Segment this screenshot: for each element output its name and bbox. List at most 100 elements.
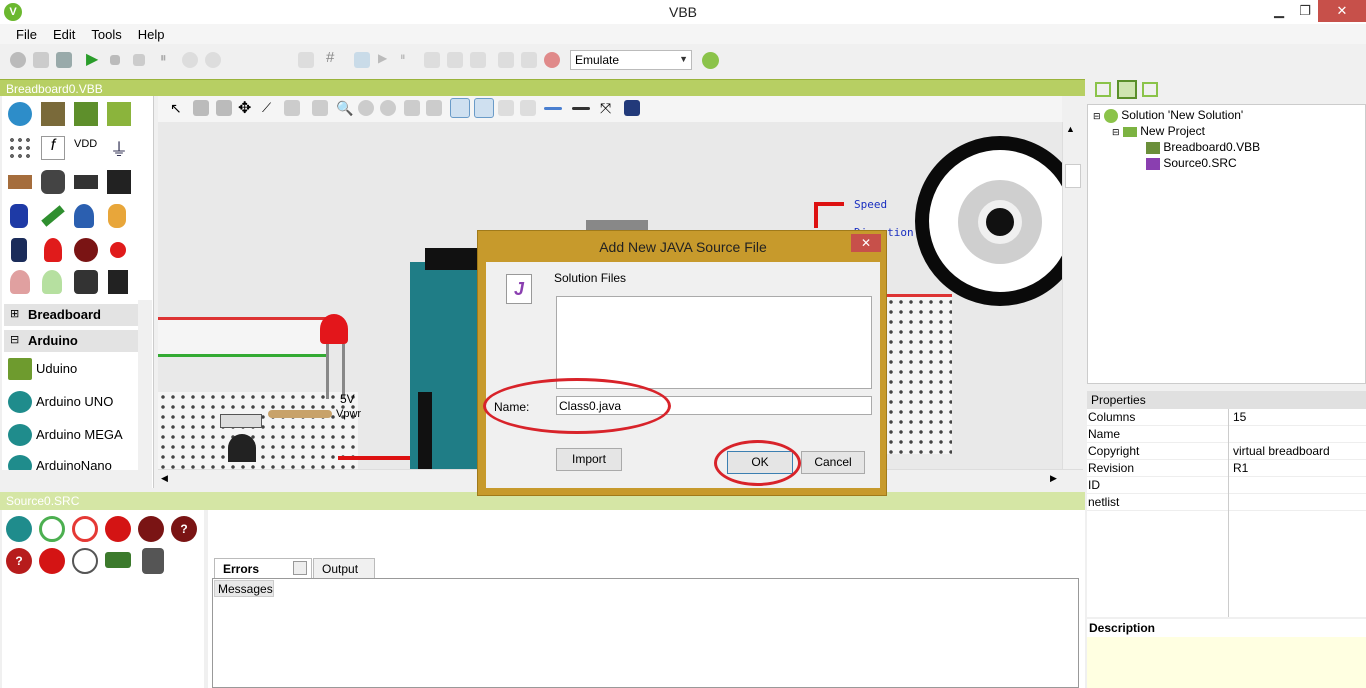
led-component-icon[interactable] [44, 238, 62, 262]
rgb-led-2-component-icon[interactable] [42, 270, 62, 294]
list-item-arduino-nano[interactable]: ArduinoNano [4, 452, 138, 470]
collapse-icon[interactable]: ⊟ [1112, 127, 1120, 137]
arduino-icon[interactable] [6, 516, 32, 542]
scroll-thumb[interactable] [1065, 164, 1081, 188]
properties-divider[interactable] [1228, 409, 1229, 617]
dark-red-button-icon[interactable] [138, 516, 164, 542]
output-arrow-icon[interactable] [72, 516, 98, 542]
menu-edit[interactable]: Edit [45, 24, 83, 45]
solution-files-list[interactable] [556, 296, 872, 389]
pins-component-icon[interactable] [8, 136, 32, 160]
net-icon[interactable] [284, 100, 300, 116]
big-led-component-icon[interactable] [74, 238, 98, 262]
rotate-icon[interactable] [216, 100, 232, 116]
tool-d-icon[interactable] [498, 52, 514, 68]
collapse-icon[interactable]: ⊟ [10, 333, 19, 346]
lock-icon[interactable] [450, 98, 470, 118]
flip-icon[interactable] [193, 100, 209, 116]
small-led-component-icon[interactable] [110, 242, 126, 258]
menu-help[interactable]: Help [130, 24, 173, 45]
group-arduino[interactable]: ⊟ Arduino [4, 330, 138, 352]
messages-list[interactable] [212, 578, 1079, 688]
layout-list-icon[interactable] [1142, 82, 1158, 97]
property-value[interactable]: R1 [1233, 461, 1248, 475]
property-row[interactable]: Columns 15 [1087, 409, 1366, 426]
property-row[interactable]: Name [1087, 426, 1366, 443]
vdd-component-icon[interactable]: VDD [74, 138, 104, 162]
stop-icon[interactable] [110, 55, 120, 65]
pointer-icon[interactable]: ↖ [170, 100, 186, 116]
diode-component-icon[interactable] [41, 205, 65, 227]
tree-row-solution[interactable]: ⊟ Solution 'New Solution' [1093, 108, 1243, 123]
shape-icon[interactable] [498, 100, 514, 116]
dialog-close-button[interactable]: ✕ [851, 234, 881, 252]
resistor-part[interactable] [268, 410, 332, 418]
dip-component-icon[interactable] [107, 170, 131, 194]
pushbutton-component-icon[interactable] [74, 270, 98, 294]
input-arrow-icon[interactable] [39, 516, 65, 542]
zoom-in-icon[interactable] [358, 100, 374, 116]
grid-toggle-icon[interactable] [624, 100, 640, 116]
junction-icon[interactable] [312, 100, 328, 116]
layout-single-icon[interactable] [1095, 82, 1111, 97]
ic-component-icon[interactable] [74, 175, 98, 189]
scroll-left-icon[interactable]: ◀ [161, 473, 168, 484]
fit-selection-icon[interactable] [426, 100, 442, 116]
step-over-icon[interactable] [205, 52, 221, 68]
messages-column-header[interactable]: Messages [214, 580, 274, 597]
list-item-arduino-mega[interactable]: Arduino MEGA [4, 421, 138, 451]
clock-icon[interactable] [72, 548, 98, 574]
group-breadboard[interactable]: ⊞ Breadboard [4, 304, 138, 326]
mode-select[interactable]: Emulate ▼ [570, 50, 692, 70]
menu-file[interactable]: File [8, 24, 45, 45]
line-icon[interactable]: ⟋ [262, 100, 278, 116]
run-icon[interactable]: ▶ [86, 49, 102, 68]
undo-icon[interactable] [10, 52, 26, 68]
uduino-component-icon[interactable] [107, 102, 131, 126]
vbb-status-icon[interactable] [702, 52, 719, 69]
lcd-icon[interactable] [105, 552, 131, 568]
collapse-icon[interactable]: ⊟ [1093, 111, 1101, 121]
tool-c-icon[interactable] [470, 52, 486, 68]
canvas-vscrollbar[interactable]: ▲ [1062, 122, 1083, 469]
switch-component-icon[interactable] [108, 270, 128, 294]
menu-tools[interactable]: Tools [83, 24, 129, 45]
list-item-arduino-uno[interactable]: Arduino UNO [4, 388, 138, 418]
pause-small-icon[interactable]: ⏸ [400, 51, 416, 67]
wire-style-icon[interactable] [572, 107, 590, 110]
wire-icon[interactable] [354, 52, 370, 68]
sensor-part[interactable] [228, 434, 256, 462]
property-row[interactable]: Copyright virtual breadboard [1087, 443, 1366, 460]
save-icon[interactable] [56, 52, 72, 68]
shape-2-icon[interactable] [520, 100, 536, 116]
timer-icon[interactable] [142, 548, 164, 574]
tool-e-icon[interactable] [521, 52, 537, 68]
import-button[interactable]: Import [556, 448, 622, 471]
capacitor-component-icon[interactable] [10, 204, 28, 228]
tool-b-icon[interactable] [447, 52, 463, 68]
record-icon[interactable] [39, 548, 65, 574]
palette-hscrollbar[interactable] [2, 470, 152, 488]
property-row[interactable]: Revision R1 [1087, 460, 1366, 477]
property-row[interactable]: ID [1087, 477, 1366, 494]
ceramic-cap-component-icon[interactable] [74, 204, 94, 228]
led-part[interactable] [320, 314, 348, 344]
layout-split-icon[interactable] [1117, 80, 1137, 99]
tab-output[interactable]: Output [313, 558, 375, 578]
board-component-icon[interactable] [74, 102, 98, 126]
crystal-component-icon[interactable] [41, 170, 65, 194]
move-icon[interactable]: ✥ [238, 98, 254, 117]
expand-icon[interactable]: ⊞ [10, 307, 19, 320]
property-value[interactable]: 15 [1233, 410, 1246, 424]
palette-scrollbar[interactable] [138, 300, 152, 470]
tree-row-file[interactable]: Source0.SRC [1146, 156, 1237, 170]
reset-icon[interactable] [133, 54, 145, 66]
scroll-up-icon[interactable]: ▲ [1066, 124, 1075, 134]
tree-row-project[interactable]: ⊟ New Project [1112, 124, 1205, 138]
zoom-out-icon[interactable] [380, 100, 396, 116]
tree-row-file[interactable]: Breadboard0.VBB [1146, 140, 1260, 154]
help-icon[interactable]: ? [171, 516, 197, 542]
zoom-icon[interactable]: 🔍 [336, 100, 353, 116]
close-button[interactable]: ✕ [1318, 0, 1366, 22]
maximize-button[interactable]: ❐ [1290, 0, 1320, 22]
